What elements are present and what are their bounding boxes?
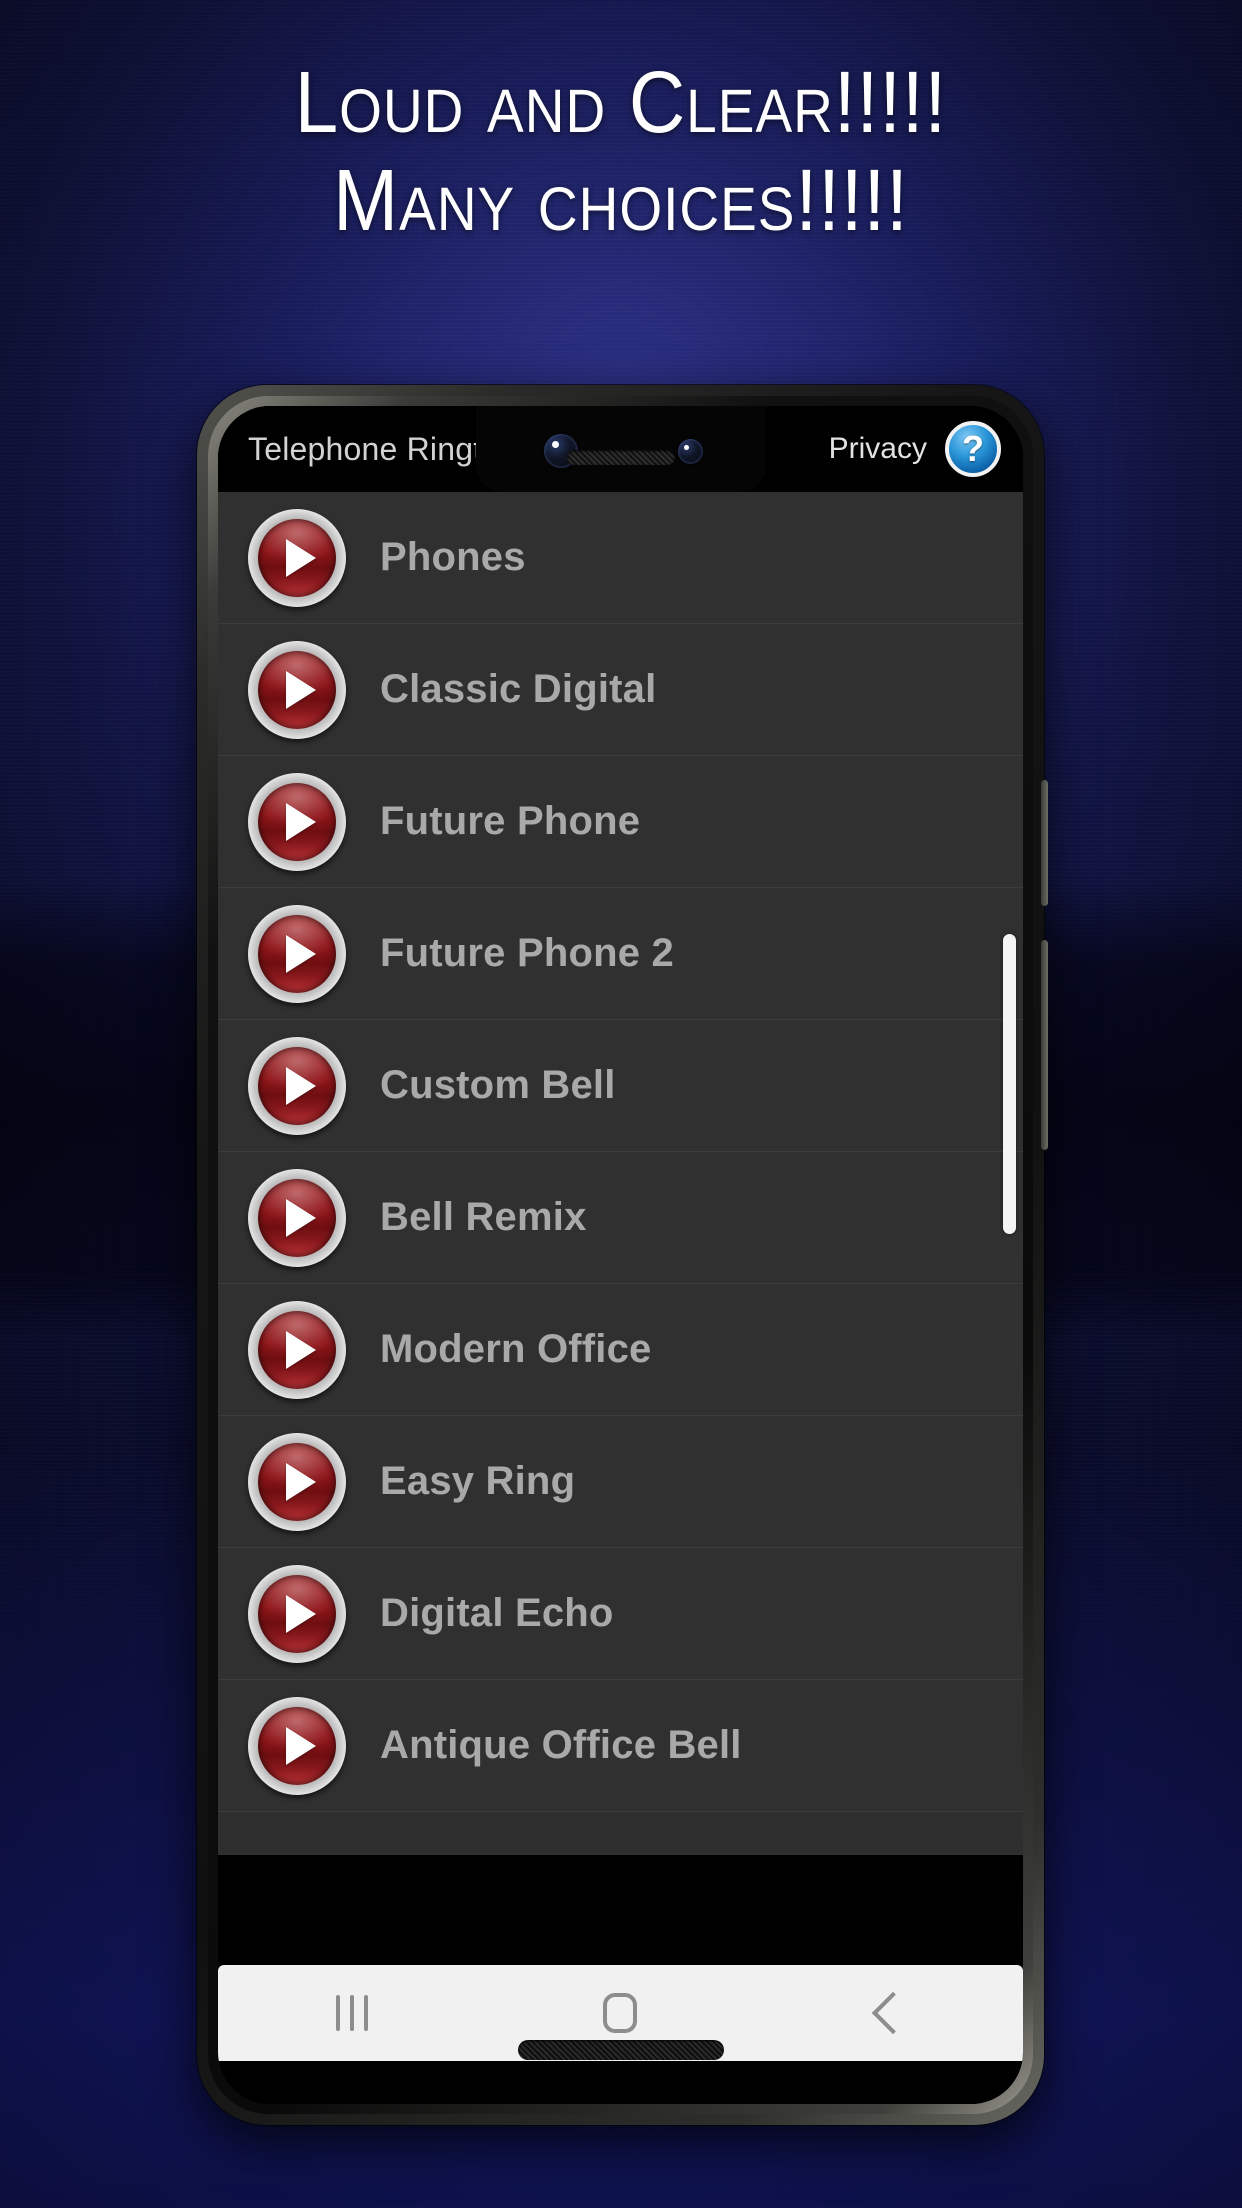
- ringtone-label: Antique Office Bell: [380, 1723, 742, 1767]
- app-window: Telephone Ringto Privacy ? Phones Classic…: [218, 406, 1023, 2104]
- ringtone-row[interactable]: Future Phone 2: [218, 888, 1023, 1020]
- ringtone-label: Future Phone 2: [380, 931, 674, 975]
- phone-bottom-chin: [218, 2040, 1023, 2104]
- phone-speaker-grille: [517, 2040, 724, 2060]
- app-title: Telephone Ringto: [248, 430, 498, 467]
- play-icon[interactable]: [248, 1432, 346, 1531]
- ringtone-label: Easy Ring: [380, 1459, 576, 1503]
- phone-bezel: Telephone Ringto Privacy ? Phones Classic…: [208, 396, 1033, 2114]
- play-icon[interactable]: [248, 904, 346, 1003]
- phone-volume-button[interactable]: [1041, 940, 1048, 1150]
- ringtone-label: Custom Bell: [380, 1063, 616, 1107]
- ringtone-row[interactable]: Future Phone: [218, 756, 1023, 888]
- front-camera-secondary-icon: [677, 439, 703, 464]
- phone-camera-notch: [475, 406, 766, 492]
- ringtone-label: Classic Digital: [380, 667, 657, 711]
- phone-earpiece: [566, 450, 675, 465]
- headline-line-2: Many choices!!!!!: [333, 149, 909, 249]
- ringtone-label: Phones: [380, 535, 526, 579]
- ringtone-label: Modern Office: [380, 1327, 652, 1371]
- play-icon[interactable]: [248, 1564, 346, 1663]
- ringtone-row[interactable]: Custom Bell: [218, 1020, 1023, 1152]
- help-question-icon[interactable]: ?: [945, 421, 1001, 477]
- back-button[interactable]: [814, 1965, 964, 2061]
- ringtone-row[interactable]: Classic Digital: [218, 624, 1023, 756]
- play-icon[interactable]: [248, 1168, 346, 1267]
- recents-button[interactable]: [277, 1965, 427, 2061]
- ringtone-row[interactable]: Bell Remix: [218, 1152, 1023, 1284]
- play-icon[interactable]: [248, 640, 346, 739]
- promo-headline: Loud and Clear!!!!! Many choices!!!!!: [0, 52, 1242, 243]
- play-icon[interactable]: [248, 1696, 346, 1795]
- play-icon[interactable]: [248, 1300, 346, 1399]
- play-icon[interactable]: [248, 772, 346, 871]
- play-icon[interactable]: [248, 508, 346, 607]
- ringtone-label: Future Phone: [380, 799, 641, 843]
- ringtone-row[interactable]: Antique Office Bell: [218, 1680, 1023, 1812]
- home-icon: [603, 1993, 638, 2033]
- app-bar-actions: Privacy ?: [829, 406, 1001, 492]
- ringtone-label: Bell Remix: [380, 1195, 587, 1239]
- ringtone-list[interactable]: Phones Classic Digital Future Phone Future …: [218, 492, 1023, 1855]
- ringtone-row[interactable]: Easy Ring: [218, 1416, 1023, 1548]
- ringtone-row[interactable]: Digital Echo: [218, 1548, 1023, 1680]
- recents-icon: [336, 1995, 369, 2031]
- list-scrollbar[interactable]: [1003, 934, 1016, 1234]
- ringtone-row[interactable]: Phones: [218, 492, 1023, 624]
- ringtone-row[interactable]: Modern Office: [218, 1284, 1023, 1416]
- phone-screen: Telephone Ringto Privacy ? Phones Classic…: [218, 406, 1023, 2104]
- ringtone-label: Digital Echo: [380, 1591, 614, 1635]
- privacy-link[interactable]: Privacy: [829, 432, 927, 466]
- phone-power-button[interactable]: [1041, 780, 1048, 906]
- play-icon[interactable]: [248, 1036, 346, 1135]
- app-empty-area: [218, 1855, 1023, 1965]
- headline-line-1: Loud and Clear!!!!!: [294, 52, 948, 151]
- phone-mockup: Telephone Ringto Privacy ? Phones Classic…: [197, 385, 1048, 2125]
- back-icon: [871, 1991, 915, 2035]
